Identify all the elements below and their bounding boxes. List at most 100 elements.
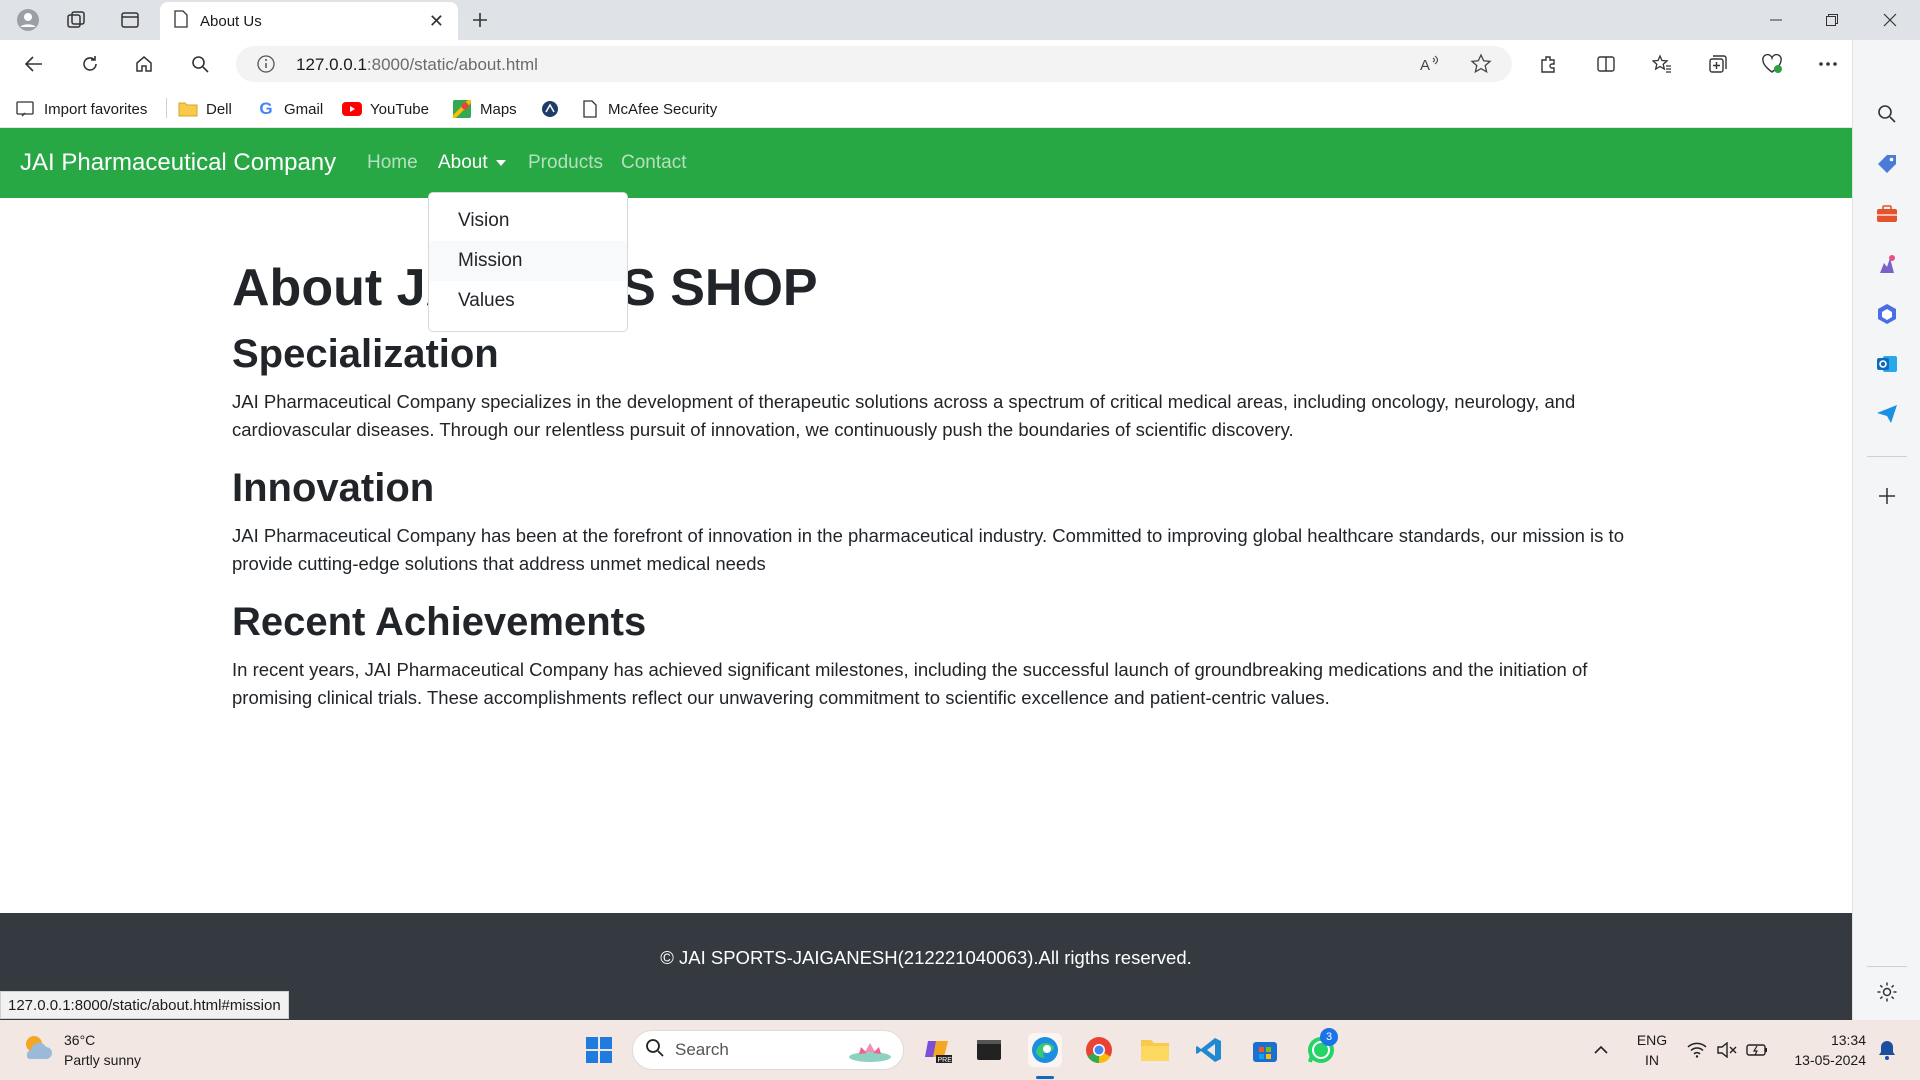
weather-temp: 36°C (64, 1032, 96, 1048)
brand-link[interactable]: JAI Pharmaceutical Company (20, 149, 336, 177)
home-button[interactable] (128, 48, 160, 80)
search-icon (645, 1038, 665, 1063)
web-page: JAI Pharmaceutical Company Home About Pr… (0, 128, 1852, 1020)
edge-sidebar (1852, 40, 1920, 1020)
site-info-icon[interactable] (256, 54, 276, 79)
microsoft-store-icon[interactable] (1248, 1033, 1282, 1067)
bookmark-import-favorites[interactable]: Import favorites (16, 98, 147, 120)
favorites-bar: Import favorites Dell G Gmail YouTube Ma… (0, 88, 1872, 128)
language-indicator[interactable]: ENG IN (1632, 1030, 1672, 1070)
copilot-pre-icon[interactable]: PRE (920, 1033, 954, 1067)
outlook-icon[interactable] (1873, 350, 1901, 378)
active-app-indicator (1036, 1076, 1054, 1079)
file-explorer-icon[interactable] (1138, 1033, 1172, 1067)
import-icon (16, 99, 36, 119)
tab-bar: About Us ✕ (0, 0, 1920, 40)
url-text[interactable]: 127.0.0.1:8000/static/about.html (296, 55, 538, 75)
edge-taskbar-icon[interactable] (1028, 1033, 1062, 1067)
show-hidden-icons-chevron-icon[interactable] (1584, 1033, 1618, 1067)
bookmark-gmail[interactable]: G Gmail (256, 98, 323, 120)
clock[interactable]: 13:34 13-05-2024 (1782, 1030, 1866, 1070)
youtube-icon (342, 99, 362, 119)
vscode-icon[interactable] (1192, 1033, 1226, 1067)
vertical-tabs-icon[interactable] (116, 6, 144, 34)
google-icon: G (259, 99, 273, 118)
terminal-icon[interactable] (972, 1033, 1006, 1067)
restore-button[interactable] (1804, 0, 1860, 40)
search-label: Search (675, 1040, 729, 1059)
volume-muted-icon[interactable] (1710, 1033, 1744, 1067)
address-bar[interactable]: 127.0.0.1:8000/static/about.html A (236, 46, 1512, 82)
section-text: JAI Pharmaceutical Company has been at t… (232, 525, 1624, 574)
more-menu-icon[interactable] (1812, 48, 1844, 80)
about-dropdown-menu: Vision Mission Values (428, 192, 628, 332)
wifi-icon[interactable] (1680, 1033, 1714, 1067)
tab-title: About Us (200, 12, 262, 30)
bookmark-maps[interactable]: Maps (452, 98, 517, 120)
section-text: JAI Pharmaceutical Company specializes i… (232, 391, 1576, 440)
favorites-icon[interactable] (1646, 48, 1678, 80)
browser-toolbar: 127.0.0.1:8000/static/about.html A (0, 40, 1872, 88)
nav-products[interactable]: Products (528, 152, 603, 174)
shopping-tag-icon[interactable] (1873, 150, 1901, 178)
battery-icon[interactable] (1740, 1033, 1774, 1067)
extensions-icon[interactable] (1532, 48, 1564, 80)
notification-bell-icon[interactable] (1870, 1033, 1904, 1067)
active-tab[interactable]: About Us ✕ (160, 2, 458, 40)
section-heading: Specialization (232, 332, 499, 376)
weather-widget[interactable]: 36°C Partly sunny (20, 1030, 141, 1070)
minimize-button[interactable] (1748, 0, 1804, 40)
refresh-button[interactable] (74, 48, 106, 80)
dropdown-item-vision[interactable]: Vision (429, 201, 627, 241)
bookmark-mcafee[interactable]: McAfee Security (580, 98, 717, 120)
bookmark-dell[interactable]: Dell (178, 98, 232, 120)
sidebar-settings-icon[interactable] (1873, 978, 1901, 1006)
bookmark-divider (166, 98, 167, 118)
sidebar-divider (1867, 966, 1907, 967)
maps-icon (452, 99, 472, 119)
bookmark-site[interactable] (540, 98, 568, 120)
dropdown-item-values[interactable]: Values (429, 281, 627, 321)
split-screen-icon[interactable] (1590, 48, 1622, 80)
partly-sunny-icon (20, 1031, 54, 1070)
page-icon (174, 10, 188, 32)
add-sidebar-app-icon[interactable] (1873, 482, 1901, 510)
games-icon[interactable] (1873, 250, 1901, 278)
browser-essentials-icon[interactable] (1756, 48, 1788, 80)
tools-briefcase-icon[interactable] (1873, 200, 1901, 228)
nav-contact[interactable]: Contact (621, 152, 686, 174)
dropdown-item-mission[interactable]: Mission (429, 241, 627, 281)
windows-taskbar: 36°C Partly sunny Search PRE 3 ENG IN 13… (0, 1020, 1920, 1080)
folder-icon (178, 99, 198, 119)
drop-send-icon[interactable] (1873, 400, 1901, 428)
sidebar-search-icon[interactable] (1873, 100, 1901, 128)
section-heading: Innovation (232, 466, 435, 510)
section-heading: Recent Achievements (232, 600, 647, 644)
page-icon (580, 99, 600, 119)
taskbar-search[interactable]: Search (632, 1030, 904, 1070)
profile-icon[interactable] (14, 6, 42, 34)
site-navbar: JAI Pharmaceutical Company Home About Pr… (0, 128, 1852, 198)
search-icon[interactable] (184, 48, 216, 80)
favorite-star-icon[interactable] (1470, 53, 1492, 80)
workspaces-icon[interactable] (62, 6, 90, 34)
svg-text:PRE: PRE (938, 1057, 953, 1064)
new-tab-button[interactable] (468, 8, 492, 32)
start-button[interactable] (582, 1033, 616, 1067)
nav-home[interactable]: Home (367, 152, 418, 174)
back-button[interactable] (18, 48, 50, 80)
nav-about-dropdown-toggle[interactable]: About (438, 152, 506, 174)
sidebar-divider (1867, 456, 1907, 457)
site-icon (540, 99, 560, 119)
weather-desc: Partly sunny (64, 1052, 142, 1068)
bookmark-youtube[interactable]: YouTube (342, 98, 429, 120)
chrome-icon[interactable] (1082, 1033, 1116, 1067)
microsoft365-icon[interactable] (1873, 300, 1901, 328)
close-tab-icon[interactable]: ✕ (429, 11, 444, 32)
section-text: In recent years, JAI Pharmaceutical Comp… (232, 659, 1588, 708)
caret-down-icon (495, 159, 506, 166)
close-window-button[interactable] (1862, 0, 1918, 40)
read-aloud-icon[interactable]: A (1420, 54, 1442, 79)
collections-icon[interactable] (1702, 48, 1734, 80)
footer-copyright: © JAI SPORTS-JAIGANESH(212221040063).All… (660, 947, 1192, 968)
